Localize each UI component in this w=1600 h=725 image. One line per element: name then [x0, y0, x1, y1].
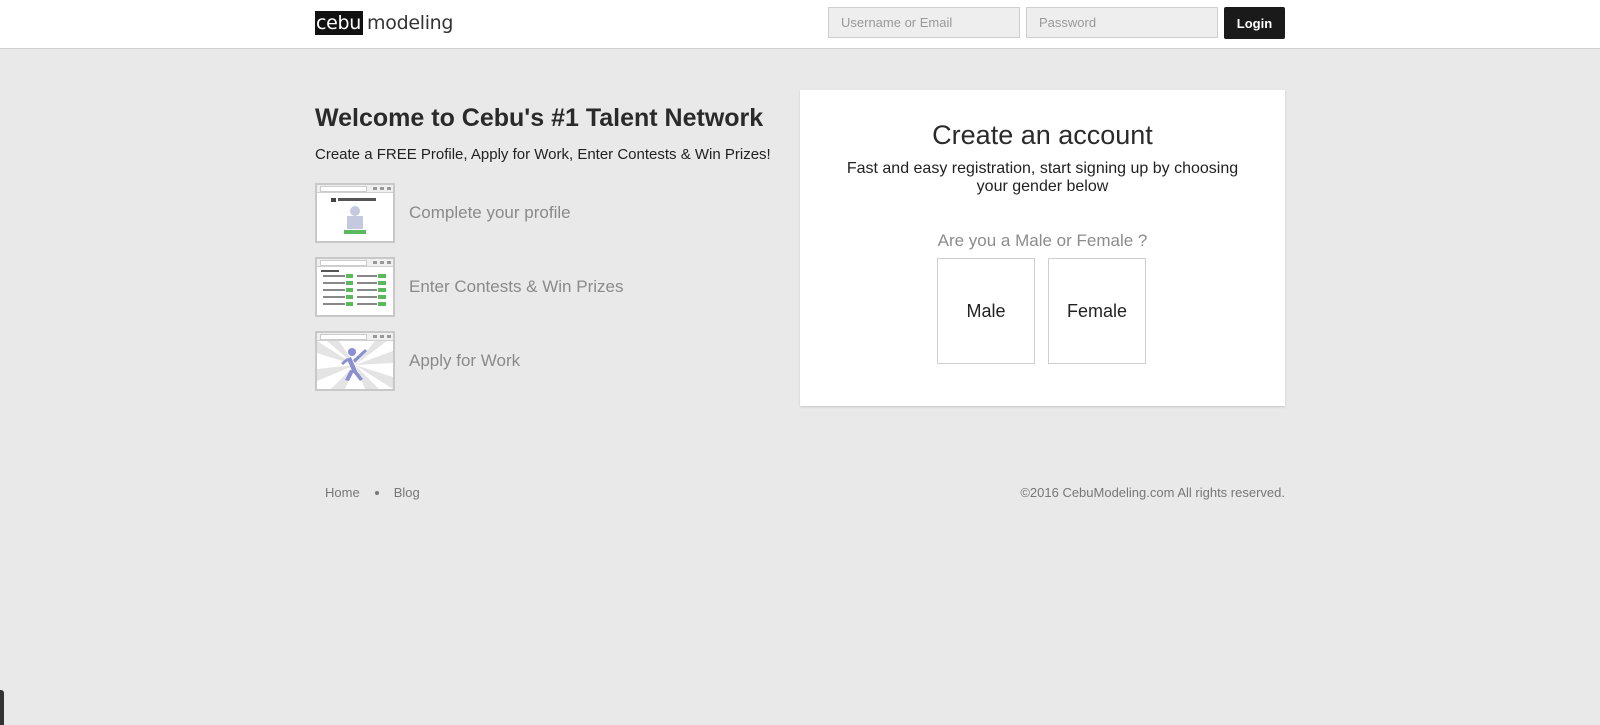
username-input[interactable]: [828, 7, 1020, 38]
contest-list-thumbnail-icon: [315, 257, 395, 317]
site-logo[interactable]: cebu modeling: [315, 11, 454, 35]
registration-card: Create an account Fast and easy registra…: [800, 90, 1285, 406]
female-button[interactable]: Female: [1048, 258, 1146, 364]
footer-links: Home Blog: [325, 485, 420, 500]
card-subtitle: Fast and easy registration, start signin…: [846, 160, 1239, 195]
welcome-subtitle: Create a FREE Profile, Apply for Work, E…: [315, 146, 771, 163]
login-button[interactable]: Login: [1224, 7, 1285, 39]
footer-link-blog[interactable]: Blog: [394, 485, 420, 500]
male-button[interactable]: Male: [937, 258, 1035, 364]
footer-link-home[interactable]: Home: [325, 485, 360, 500]
feature-contests: Enter Contests & Win Prizes: [315, 257, 623, 317]
copyright-text: ©2016 CebuModeling.com All rights reserv…: [1020, 485, 1285, 500]
gender-question: Are you a Male or Female ?: [937, 231, 1148, 250]
logo-box: cebu: [315, 11, 364, 35]
feature-label: Enter Contests & Win Prizes: [409, 277, 624, 296]
card-title: Create an account: [932, 120, 1153, 150]
top-navbar: cebu modeling Login: [0, 0, 1600, 49]
jumping-person-thumbnail-icon: [315, 331, 395, 391]
logo-text: modeling: [367, 12, 454, 34]
feature-apply-work: Apply for Work: [315, 331, 520, 391]
side-tab-handle[interactable]: [0, 690, 4, 725]
welcome-title: Welcome to Cebu's #1 Talent Network: [315, 104, 764, 132]
feature-label: Apply for Work: [409, 351, 521, 370]
upload-photo-thumbnail-icon: [315, 183, 395, 243]
feature-label: Complete your profile: [409, 203, 571, 222]
feature-complete-profile: Complete your profile: [315, 183, 571, 243]
footer-separator: [374, 490, 379, 495]
password-input[interactable]: [1026, 7, 1218, 38]
